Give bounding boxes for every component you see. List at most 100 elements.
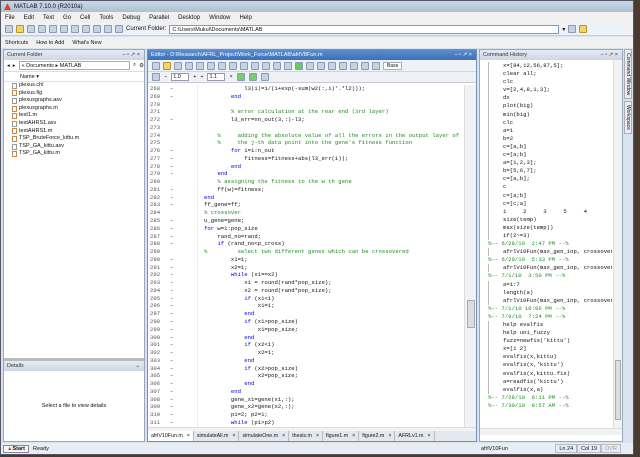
code-line[interactable]: 303 – end [148, 356, 464, 365]
folder-dropdown-icon[interactable]: ▾ [562, 26, 565, 33]
history-item[interactable]: afrlV10Fun(max_gen_inp, crossover_r [488, 264, 612, 273]
code-line[interactable]: 301 – if (x2<1) [148, 341, 464, 350]
menu-parallel[interactable]: Parallel [149, 15, 169, 21]
chevron-down-icon[interactable]: ⌄ [135, 361, 140, 371]
breakpoint-icon[interactable] [306, 61, 314, 70]
history-item[interactable]: help evalfis [488, 321, 612, 330]
close-icon[interactable]: × [282, 431, 285, 441]
code-line[interactable]: 302 – x2=1; [148, 349, 464, 357]
current-folder-input[interactable]: C:\Users\Mukul\Documents\MATLAB [169, 24, 560, 34]
history-item[interactable]: a=1:7 [488, 280, 612, 289]
panel-controls-icon[interactable]: ‒ ▫ ↗ × [455, 50, 472, 60]
history-item[interactable]: min(big) [488, 110, 612, 119]
history-item[interactable]: if(2~=3) [488, 231, 612, 241]
history-item[interactable]: length(a) [488, 288, 612, 297]
code-line[interactable]: 276 – for i=1:n_out [148, 147, 464, 155]
simulink-icon[interactable] [82, 25, 90, 33]
zoom-icon[interactable] [260, 73, 269, 81]
file-item[interactable]: TSP_GA_kittu.asv [4, 143, 144, 151]
editor-vertical-scrollbar[interactable] [464, 85, 476, 427]
code-line[interactable]: 270 [148, 100, 464, 109]
editor-tab[interactable]: figure2.m × [359, 431, 396, 441]
breakpoint-marker[interactable] [170, 108, 180, 116]
menu-file[interactable]: File [5, 15, 15, 21]
breakpoint-marker[interactable]: – [170, 388, 180, 396]
history-session-header[interactable]: %-- 6/29/10 5:33 PM --% [483, 256, 612, 264]
function-icon[interactable] [284, 61, 292, 70]
find-icon[interactable] [251, 61, 259, 70]
close-icon[interactable]: × [187, 431, 190, 441]
history-item[interactable]: a=readfis('kittu') [488, 377, 612, 386]
save-icon[interactable] [174, 61, 182, 70]
code-line[interactable]: 289 % select two different genes which ca… [148, 248, 464, 256]
breakpoint-marker[interactable] [170, 248, 180, 256]
paste-icon[interactable] [49, 25, 57, 33]
history-item[interactable]: x=[1 2] [488, 345, 612, 354]
code-line[interactable]: 291 – x2=1; [148, 263, 464, 272]
history-item[interactable]: clear all; [488, 70, 612, 79]
editor-tab[interactable]: simulateOne.m × [239, 431, 290, 441]
eval-cell-icon[interactable] [236, 73, 245, 81]
file-item[interactable]: plexus.fig [4, 90, 144, 98]
code-line[interactable]: 275 % the j-th data point into the gene'… [148, 139, 464, 148]
history-item[interactable]: clc [488, 118, 612, 127]
breakpoint-marker[interactable]: – [170, 341, 180, 349]
side-tab-command-window[interactable]: Command Window [624, 49, 632, 100]
code-line[interactable]: 295 – if (x1<1) [148, 294, 464, 303]
side-tab-workspace[interactable]: Workspace [624, 101, 632, 135]
close-icon[interactable]: × [232, 431, 235, 441]
code-line[interactable]: 292 – while (x1==x2) [148, 271, 464, 280]
breakpoint-marker[interactable]: – [170, 302, 180, 310]
history-item[interactable]: evalfis(x,kittu) [488, 353, 612, 362]
breakpoint-marker[interactable]: – [170, 419, 180, 427]
exit-debug-icon[interactable] [372, 61, 380, 70]
breakpoint-marker[interactable]: – [170, 194, 180, 202]
menu-help[interactable]: Help [239, 15, 251, 21]
history-item[interactable]: max(size(temp)) [488, 223, 612, 232]
code-line[interactable]: 284 % crossover [148, 209, 464, 218]
breakpoint-marker[interactable] [170, 124, 180, 132]
breakpoint-marker[interactable]: – [170, 233, 180, 241]
breakpoint-marker[interactable]: – [170, 271, 180, 279]
decrement-label[interactable]: − [164, 74, 167, 80]
history-session-header[interactable]: %-- 7/30/10 8:57 AM --% [483, 402, 612, 410]
history-item[interactable]: fuzz=newfis('kittu') [488, 337, 612, 346]
cut-icon[interactable] [27, 25, 35, 33]
code-line[interactable]: 296 – x1=1; [148, 302, 464, 311]
search-icon[interactable]: ⌕ [133, 62, 136, 69]
history-item[interactable]: a=1 [488, 126, 612, 135]
editor-tab[interactable]: afrlV10Fun.m × [148, 431, 194, 441]
menu-text[interactable]: Text [43, 15, 54, 21]
breakpoint-marker[interactable] [170, 132, 180, 140]
history-item[interactable]: c=[a;b] [488, 191, 612, 200]
breakpoint-marker[interactable]: – [170, 170, 180, 178]
code-line[interactable]: 311 – while (p1>p2) [148, 418, 464, 427]
history-item[interactable]: c=[a;b] [488, 151, 612, 160]
history-item[interactable]: afrlV10Fun(max_gen_inp, crossover_r [488, 296, 612, 305]
multiply-value-input[interactable]: 1.1 [207, 73, 226, 81]
scroll-thumb[interactable] [467, 300, 475, 328]
folder-path[interactable]: « Documents ▸ MATLAB [18, 61, 130, 70]
breakpoint-marker[interactable]: – [170, 93, 180, 101]
breakpoint-marker[interactable]: – [170, 349, 180, 357]
start-button[interactable]: ▲Start [3, 444, 29, 453]
breakpoint-marker[interactable] [170, 139, 180, 147]
new-file-icon[interactable] [152, 61, 160, 70]
multiply-label[interactable]: × [229, 74, 232, 80]
back-icon[interactable]: ◂ [7, 63, 10, 69]
breakpoint-marker[interactable]: – [170, 256, 180, 264]
history-item[interactable]: evalfis(x,kittu.fis) [488, 369, 612, 378]
history-session-header[interactable]: %-- 6/28/10 2:47 PM --% [483, 240, 612, 248]
breakpoint-marker[interactable]: – [170, 318, 180, 326]
breakpoint-marker[interactable]: – [170, 147, 180, 155]
history-item[interactable]: plot(big) [488, 102, 612, 111]
breakpoint-marker[interactable]: – [170, 186, 180, 194]
history-item[interactable]: 1 2 3 5 4 [488, 207, 612, 216]
increment-label[interactable]: + [193, 74, 196, 80]
code-line[interactable]: 305 – x2=pop_size; [148, 372, 464, 381]
code-line[interactable]: 288 – if (rand_no<p_cross) [148, 240, 464, 249]
panel-controls-icon[interactable]: ‒ ▫ ↗ × [123, 50, 140, 60]
editor-tab[interactable]: thesis.m × [289, 431, 324, 441]
file-item[interactable]: TSP_BruteForce_kittu.m [4, 135, 144, 143]
step-in-icon[interactable] [339, 61, 347, 70]
